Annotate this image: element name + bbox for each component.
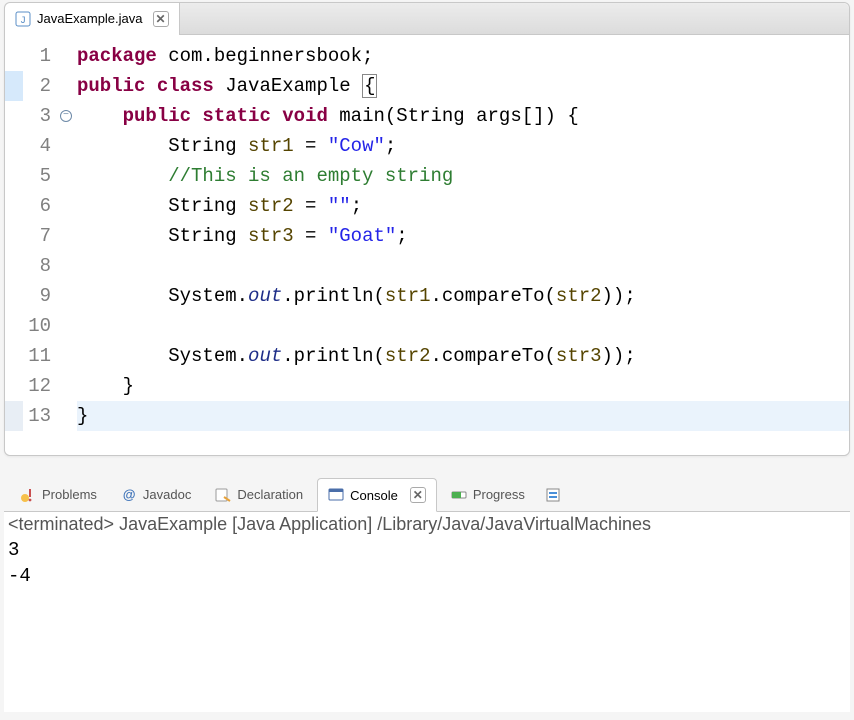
tab-problems[interactable]: Problems <box>10 478 107 512</box>
fold-gutter: − <box>59 41 77 449</box>
tab-console[interactable]: Console ✕ <box>317 478 437 512</box>
matched-brace: { <box>362 74 377 98</box>
file-tab[interactable]: J JavaExample.java ✕ <box>5 3 180 35</box>
problems-icon <box>20 487 36 503</box>
javadoc-icon: @ <box>121 487 137 503</box>
tab-label: Javadoc <box>143 487 191 502</box>
line-number: 13 <box>27 401 51 431</box>
line-number: 1 <box>27 41 51 71</box>
console-icon <box>328 487 344 503</box>
line-number: 2 <box>27 71 51 101</box>
line-number: 12 <box>27 371 51 401</box>
line-number: 3 <box>27 101 51 131</box>
line-number: 6 <box>27 191 51 221</box>
progress-icon <box>451 487 467 503</box>
line-number: 5 <box>27 161 51 191</box>
tab-declaration[interactable]: Declaration <box>205 478 313 512</box>
tab-progress[interactable]: Progress <box>441 478 535 512</box>
line-number: 4 <box>27 131 51 161</box>
line-number: 11 <box>27 341 51 371</box>
tab-label: Progress <box>473 487 525 502</box>
fold-toggle-icon[interactable]: − <box>60 110 72 122</box>
marker-gutter <box>5 41 23 449</box>
tab-label: Problems <box>42 487 97 502</box>
tab-label: Declaration <box>237 487 303 502</box>
close-view-button[interactable]: ✕ <box>410 487 426 503</box>
line-number: 9 <box>27 281 51 311</box>
console-view: <terminated> JavaExample [Java Applicati… <box>4 512 850 712</box>
bottom-view-tabs: Problems @ Javadoc Declaration Console ✕… <box>4 478 850 512</box>
editor-tab-bar: J JavaExample.java ✕ <box>5 3 849 35</box>
console-line: -4 <box>8 563 846 589</box>
line-number: 8 <box>27 251 51 281</box>
code-editor[interactable]: 1 2 3 4 5 6 7 8 9 10 11 12 13 − package … <box>5 35 849 455</box>
declaration-icon <box>215 487 231 503</box>
console-status-line: <terminated> JavaExample [Java Applicati… <box>8 514 846 535</box>
code-content[interactable]: package com.beginnersbook; public class … <box>77 41 849 449</box>
line-number: 10 <box>27 311 51 341</box>
tab-label: Console <box>350 488 398 503</box>
overflow-icon[interactable] <box>545 487 561 503</box>
editor-panel: J JavaExample.java ✕ 1 2 3 4 <box>4 2 850 456</box>
tab-javadoc[interactable]: @ Javadoc <box>111 478 201 512</box>
close-tab-button[interactable]: ✕ <box>153 11 169 27</box>
line-number-gutter: 1 2 3 4 5 6 7 8 9 10 11 12 13 <box>23 41 59 449</box>
line-number: 7 <box>27 221 51 251</box>
console-output[interactable]: 3 -4 <box>8 537 846 589</box>
java-file-icon: J <box>15 11 31 27</box>
svg-text:J: J <box>20 16 26 27</box>
file-tab-label: JavaExample.java <box>37 11 143 26</box>
console-line: 3 <box>8 537 846 563</box>
